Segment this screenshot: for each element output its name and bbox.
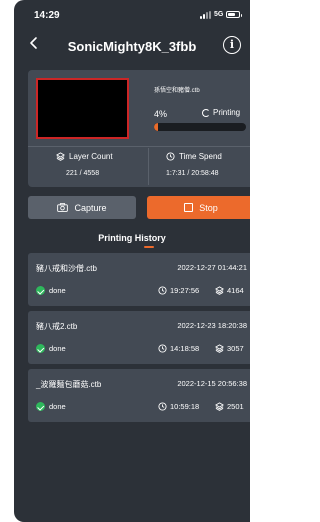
layers-icon xyxy=(215,344,224,353)
history-item-status-label: done xyxy=(49,402,66,411)
status-bar: 14:29 5G xyxy=(14,8,250,22)
app-screen: 14:29 5G SonicMighty8K_3fbb i 孫悟空和豬僧.ctb… xyxy=(14,0,250,522)
stop-button[interactable]: Stop xyxy=(147,196,250,219)
history-item-layers: 4164 xyxy=(215,286,244,295)
time-spend-value: 1:7:31 / 20:58:48 xyxy=(166,170,219,177)
clock-icon xyxy=(158,402,167,411)
history-item-layers: 2501 xyxy=(215,402,244,411)
history-title[interactable]: Printing History xyxy=(14,233,250,243)
stop-icon xyxy=(184,203,194,212)
history-item-status: done xyxy=(36,402,66,411)
history-item-status-label: done xyxy=(49,286,66,295)
history-item-status: done xyxy=(36,344,66,353)
network-type: 5G xyxy=(214,11,224,18)
history-item-name: 豬八戒和沙僧.ctb xyxy=(36,264,97,273)
history-item-duration: 10:59:18 xyxy=(158,402,199,411)
history-item-duration-value: 19:27:56 xyxy=(170,286,200,295)
history-item-status-label: done xyxy=(49,344,66,353)
header: SonicMighty8K_3fbb i xyxy=(14,30,250,60)
history-tab-indicator xyxy=(144,246,154,248)
history-item[interactable]: _波羅麵包蘑菇.ctb 2022-12-15 20:56:38 done 10:… xyxy=(28,369,250,422)
battery-icon xyxy=(226,11,242,18)
print-state: Printing xyxy=(202,108,240,117)
progress-bar xyxy=(154,123,246,131)
history-item[interactable]: 豬八戒和沙僧.ctb 2022-12-27 01:44:21 done 19:2… xyxy=(28,253,250,306)
history-item-duration-value: 14:18:58 xyxy=(170,344,200,353)
history-item-layers-value: 2501 xyxy=(227,402,244,411)
spinner-icon xyxy=(202,108,210,117)
history-item-name: 豬八戒2.ctb xyxy=(36,322,78,331)
history-item-layers-value: 4164 xyxy=(227,286,244,295)
capture-label: Capture xyxy=(74,202,107,213)
history-item[interactable]: 豬八戒2.ctb 2022-12-23 18:20:38 done 14:18:… xyxy=(28,311,250,364)
progress-percent: 4% xyxy=(154,109,168,119)
layers-icon xyxy=(215,402,224,411)
check-circle-icon xyxy=(36,286,45,295)
layer-count-value: 221 / 4558 xyxy=(66,170,100,177)
history-item-date: 2022-12-15 20:56:38 xyxy=(177,379,247,388)
clock: 14:29 xyxy=(34,10,60,21)
history-item-duration: 14:18:58 xyxy=(158,344,199,353)
history-item-status: done xyxy=(36,286,66,295)
history-item-layers-value: 3057 xyxy=(227,344,244,353)
signal-icon xyxy=(200,11,212,19)
history-item-layers: 3057 xyxy=(215,344,244,353)
layer-count-label: Layer Count xyxy=(56,152,113,161)
current-file-name: 孫悟空和豬僧.ctb xyxy=(154,88,200,94)
print-preview-thumbnail[interactable] xyxy=(36,78,129,139)
history-item-date: 2022-12-23 18:20:38 xyxy=(177,321,247,330)
layers-icon xyxy=(56,152,65,161)
history-item-name: _波羅麵包蘑菇.ctb xyxy=(36,380,102,389)
print-state-label: Printing xyxy=(213,108,241,117)
info-button[interactable]: i xyxy=(223,36,241,54)
capture-button[interactable]: Capture xyxy=(28,196,136,219)
clock-icon xyxy=(158,344,167,353)
history-item-duration: 19:27:56 xyxy=(158,286,199,295)
page-title: SonicMighty8K_3fbb xyxy=(67,39,197,54)
check-circle-icon xyxy=(36,344,45,353)
layers-icon xyxy=(215,286,224,295)
history-item-date: 2022-12-27 01:44:21 xyxy=(177,263,247,272)
divider xyxy=(28,146,250,147)
time-spend-label: Time Spend xyxy=(166,152,222,161)
divider xyxy=(148,148,149,185)
progress-bar-fill xyxy=(154,123,158,131)
print-status-card: 孫悟空和豬僧.ctb 4% Printing Layer Count 221 /… xyxy=(28,70,250,187)
camera-icon xyxy=(57,203,69,212)
clock-icon xyxy=(166,152,175,161)
check-circle-icon xyxy=(36,402,45,411)
history-item-duration-value: 10:59:18 xyxy=(170,402,200,411)
stop-label: Stop xyxy=(199,202,218,213)
clock-icon xyxy=(158,286,167,295)
